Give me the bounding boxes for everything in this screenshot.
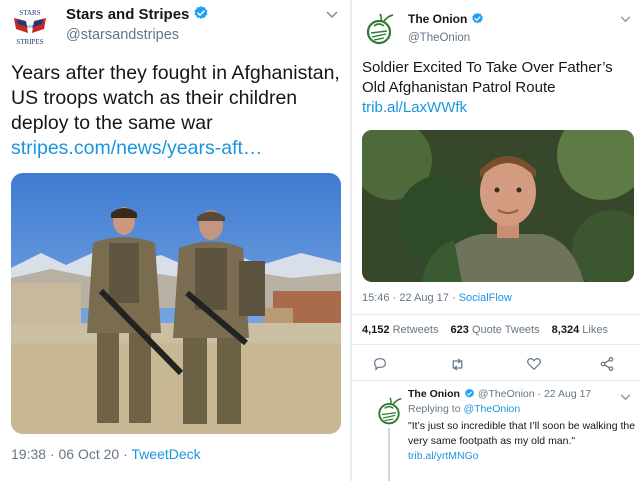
likes-count: 8,324 [551, 324, 580, 336]
meta-separator: · [451, 292, 456, 304]
reply-icon[interactable] [370, 354, 390, 374]
onion-logo-icon[interactable] [362, 12, 396, 46]
onion-logo-icon[interactable] [374, 396, 404, 426]
replying-to-handle[interactable]: @TheOnion [463, 403, 520, 415]
author-name-text[interactable]: The Onion [408, 12, 467, 26]
tweet-link[interactable]: stripes.com/news/years-aft… [11, 137, 262, 159]
tweet-photo[interactable] [11, 173, 341, 434]
chevron-down-icon[interactable] [326, 6, 338, 24]
chevron-down-icon[interactable] [620, 388, 631, 406]
verified-badge-icon [464, 388, 475, 402]
quotes-count: 623 [450, 324, 469, 336]
tweet-body: Years after they fought in Afghanistan, … [11, 62, 340, 134]
replying-to: Replying to @TheOnion [408, 403, 520, 415]
retweets-stat[interactable]: 4,152 Retweets [362, 324, 438, 336]
meta-separator: · [123, 446, 128, 462]
author-handle[interactable]: @TheOnion [408, 32, 470, 44]
likes-stat[interactable]: 8,324 Likes [552, 324, 608, 336]
author-name[interactable]: The Onion [408, 12, 484, 28]
meta-separator: · [49, 446, 55, 462]
tweet-time: 19:38 [11, 446, 47, 462]
retweets-count: 4,152 [362, 324, 390, 336]
engagement-stats: 4,152 Retweets 623 Quote Tweets 8,324 Li… [362, 324, 608, 336]
tweet-meta: 19:38 · 06 Oct 20 · TweetDeck [11, 446, 201, 462]
tweet-text: Years after they fought in Afghanistan, … [11, 61, 347, 161]
tweet-source[interactable]: SocialFlow [459, 292, 512, 304]
tweet-meta: 15:46 · 22 Aug 17 · SocialFlow [362, 292, 512, 304]
thread-line [388, 428, 390, 481]
chevron-down-icon[interactable] [620, 10, 631, 28]
author-name[interactable]: Stars and Stripes [66, 5, 209, 25]
tweet-time: 15:46 [362, 292, 390, 304]
the-onion-tweet: The Onion @TheOnion Soldier Excited To T… [350, 0, 640, 481]
reply-header: The Onion @TheOnion · 22 Aug 17 [408, 388, 591, 402]
svg-text:STARS: STARS [19, 9, 40, 17]
tweet-date: 06 Oct 20 [58, 446, 120, 462]
tweet-text: Soldier Excited To Take Over Father’s Ol… [362, 58, 638, 118]
meta-separator: · [537, 388, 542, 400]
reply-text: "It’s just so incredible that I’ll soon … [408, 419, 638, 464]
retweets-label: Retweets [392, 324, 439, 336]
divider [352, 344, 640, 345]
reply-author-handle[interactable]: @TheOnion [478, 388, 535, 400]
tweet-link[interactable]: trib.al/LaxWWfk [362, 99, 467, 116]
likes-label: Likes [582, 324, 608, 336]
tweet-date: 22 Aug 17 [399, 292, 449, 304]
stars-and-stripes-tweet: STARS AND STRIPES Stars and Stripes @sta… [0, 0, 350, 481]
author-handle[interactable]: @starsandstripes [66, 27, 179, 43]
divider [352, 380, 640, 381]
quotes-label: Quote Tweets [471, 324, 540, 336]
share-icon[interactable] [597, 354, 617, 374]
divider [352, 314, 640, 315]
meta-separator: · [392, 292, 397, 304]
svg-text:STRIPES: STRIPES [16, 38, 43, 46]
heart-icon[interactable] [524, 354, 544, 374]
verified-badge-icon [193, 5, 209, 25]
tweet-body: Soldier Excited To Take Over Father’s Ol… [362, 59, 613, 96]
verified-badge-icon [471, 12, 484, 28]
reply-author-name[interactable]: The Onion [408, 388, 460, 400]
reply-date: 22 Aug 17 [543, 388, 592, 400]
tweet-source[interactable]: TweetDeck [131, 446, 200, 462]
reply-link[interactable]: trib.al/yrtMNGo [408, 450, 479, 462]
tweet-photo[interactable] [362, 130, 634, 282]
author-name-text[interactable]: Stars and Stripes [66, 6, 189, 23]
svg-text:AND: AND [25, 24, 35, 29]
reply-body: "It’s just so incredible that I’ll soon … [408, 420, 636, 447]
quotes-stat[interactable]: 623 Quote Tweets [451, 324, 540, 336]
retweet-icon[interactable] [447, 354, 467, 374]
replying-prefix: Replying to [408, 403, 461, 415]
stars-and-stripes-avatar[interactable]: STARS AND STRIPES [8, 7, 52, 47]
tweet-actions [352, 354, 640, 374]
